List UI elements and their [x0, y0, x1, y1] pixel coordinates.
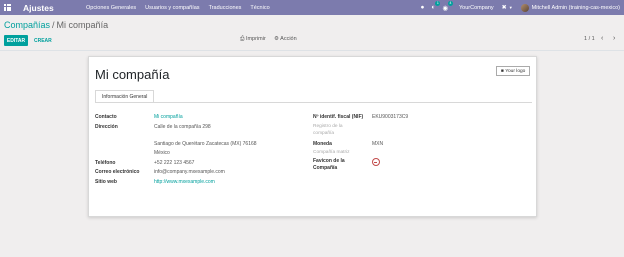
vat-label: Nº identif. fiscal (NIF): [313, 114, 364, 120]
address-country: México: [154, 150, 170, 156]
breadcrumb-companies[interactable]: Compañías: [4, 20, 50, 30]
tab-divider: [95, 102, 532, 103]
activity-icon[interactable]: ◉ 4: [442, 0, 453, 12]
avatar[interactable]: [520, 3, 529, 12]
menu-item-users-companies[interactable]: Usuarios y compañías: [145, 5, 199, 11]
menu-item-general-settings[interactable]: Opciones Generales: [86, 5, 136, 11]
address-label: Dirección: [95, 124, 118, 130]
breadcrumb-separator: /: [52, 20, 55, 30]
user-menu[interactable]: Mitchell Admin (training-cas-mexico): [532, 5, 620, 11]
address-city: Santiago de Querétaro Zacatecas (MX) 761…: [154, 141, 257, 147]
apps-grid-icon[interactable]: [4, 4, 11, 11]
action-dropdown[interactable]: ⚙ Acción: [274, 36, 297, 42]
breadcrumb: Compañías / Mi compañía: [4, 20, 108, 30]
print-dropdown[interactable]: ⎙ Imprimir: [240, 36, 266, 43]
contact-label: Contacto: [95, 114, 117, 120]
vat-value: EKU9003173C9: [372, 114, 409, 120]
email-label: Correo electrónico: [95, 169, 140, 175]
website-label: Sitio web: [95, 179, 117, 185]
print-label: Imprimir: [245, 36, 266, 42]
logo-button-label: Your logo: [505, 68, 526, 74]
phone-label: Teléfono: [95, 160, 116, 166]
app-brand[interactable]: Ajustes: [23, 3, 62, 13]
edit-button[interactable]: EDITAR: [4, 35, 28, 46]
create-button[interactable]: CREAR: [34, 35, 52, 46]
bug-icon[interactable]: ●: [420, 4, 424, 11]
parent-company-label: Compañía matriz: [313, 150, 350, 155]
top-navbar: Ajustes Opciones Generales Usuarios y co…: [0, 0, 624, 15]
action-label: Acción: [280, 36, 297, 42]
main-menu: Opciones Generales Usuarios y compañías …: [86, 5, 279, 11]
website-link[interactable]: http://www.mxexample.com: [154, 179, 215, 185]
company-name: Mi compañía: [95, 67, 170, 82]
chat-badge: 1: [435, 1, 441, 6]
breadcrumb-current: Mi compañía: [56, 20, 109, 30]
phone-value: +52 222 123 4567: [154, 160, 195, 166]
menu-item-technical[interactable]: Técnico: [250, 5, 269, 11]
company-registry-label: Registro de la compañía: [313, 124, 343, 136]
logo-upload-button[interactable]: ■ Your logo: [496, 66, 531, 76]
favicon-image[interactable]: [372, 158, 380, 166]
close-icon[interactable]: ✖: [502, 4, 507, 11]
form-sheet: Mi compañía ■ Your logo Información Gene…: [88, 56, 537, 217]
contact-link[interactable]: Mi compañía: [154, 114, 183, 120]
currency-label: Moneda: [313, 141, 332, 147]
control-panel-divider: [0, 50, 624, 51]
activity-badge: 4: [448, 0, 453, 6]
company-switcher[interactable]: YourCompany: [459, 5, 494, 11]
chevron-left-icon[interactable]: ‹: [601, 35, 603, 42]
systray: ● ◐ 1 ◉ 4 YourCompany ✖ ▼ Mitchell Admin (…: [420, 0, 624, 15]
pager-value[interactable]: 1 / 1: [584, 36, 595, 42]
menu-item-translations[interactable]: Traducciones: [209, 5, 242, 11]
chevron-right-icon[interactable]: ›: [613, 35, 615, 42]
chat-icon[interactable]: ◐ 1: [431, 1, 441, 11]
chevron-down-icon[interactable]: ▼: [509, 5, 513, 10]
address-street: Calle de la compañía 298: [154, 124, 211, 130]
currency-value: MXN: [372, 141, 384, 147]
email-value[interactable]: info@company.mxexample.com: [154, 169, 225, 175]
favicon-label: Favicon de la Compañía: [313, 158, 345, 171]
